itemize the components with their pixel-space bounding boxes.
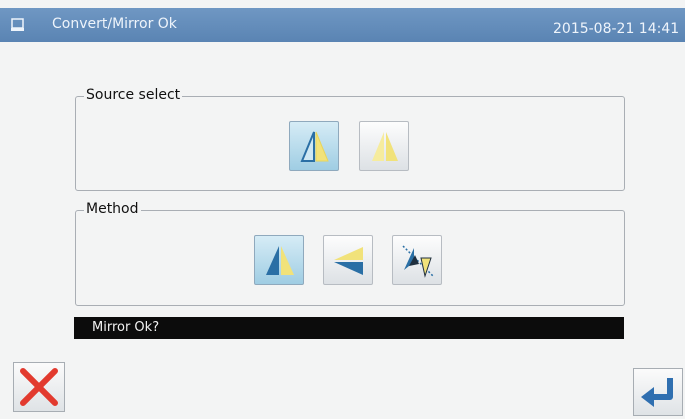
window-title: Convert/Mirror Ok [52, 16, 177, 32]
clock-readout: 2015-08-21 14:41 [553, 21, 680, 37]
title-bar: Convert/Mirror Ok 2015-08-21 14:41 [0, 8, 685, 42]
mirror-horizontal-icon [266, 246, 294, 275]
source-copy-button[interactable] [359, 121, 409, 171]
source-select-label: Source select [84, 87, 183, 103]
document-icon [11, 18, 24, 31]
source-select-group: Source select [75, 87, 625, 191]
method-vertical-button[interactable] [323, 235, 373, 285]
confirm-button[interactable] [633, 368, 683, 416]
mirror-diagonal-icon [402, 245, 434, 278]
mirror-vertical-icon [334, 247, 363, 275]
method-diagonal-button[interactable] [392, 235, 442, 285]
mirror-source-copy-icon [372, 132, 398, 161]
method-horizontal-button[interactable] [254, 235, 304, 285]
method-group: Method [75, 201, 625, 306]
close-x-icon [20, 368, 58, 406]
enter-return-icon [641, 378, 673, 407]
confirm-message: Mirror Ok? [92, 320, 160, 335]
mirror-confirm-screen: Convert/Mirror Ok 2015-08-21 14:41 Sourc… [0, 0, 685, 419]
cancel-button[interactable] [13, 362, 65, 412]
message-bar: Mirror Ok? [74, 317, 624, 339]
method-label: Method [84, 201, 141, 217]
source-original-button[interactable] [289, 121, 339, 171]
mirror-source-original-icon [300, 131, 329, 162]
